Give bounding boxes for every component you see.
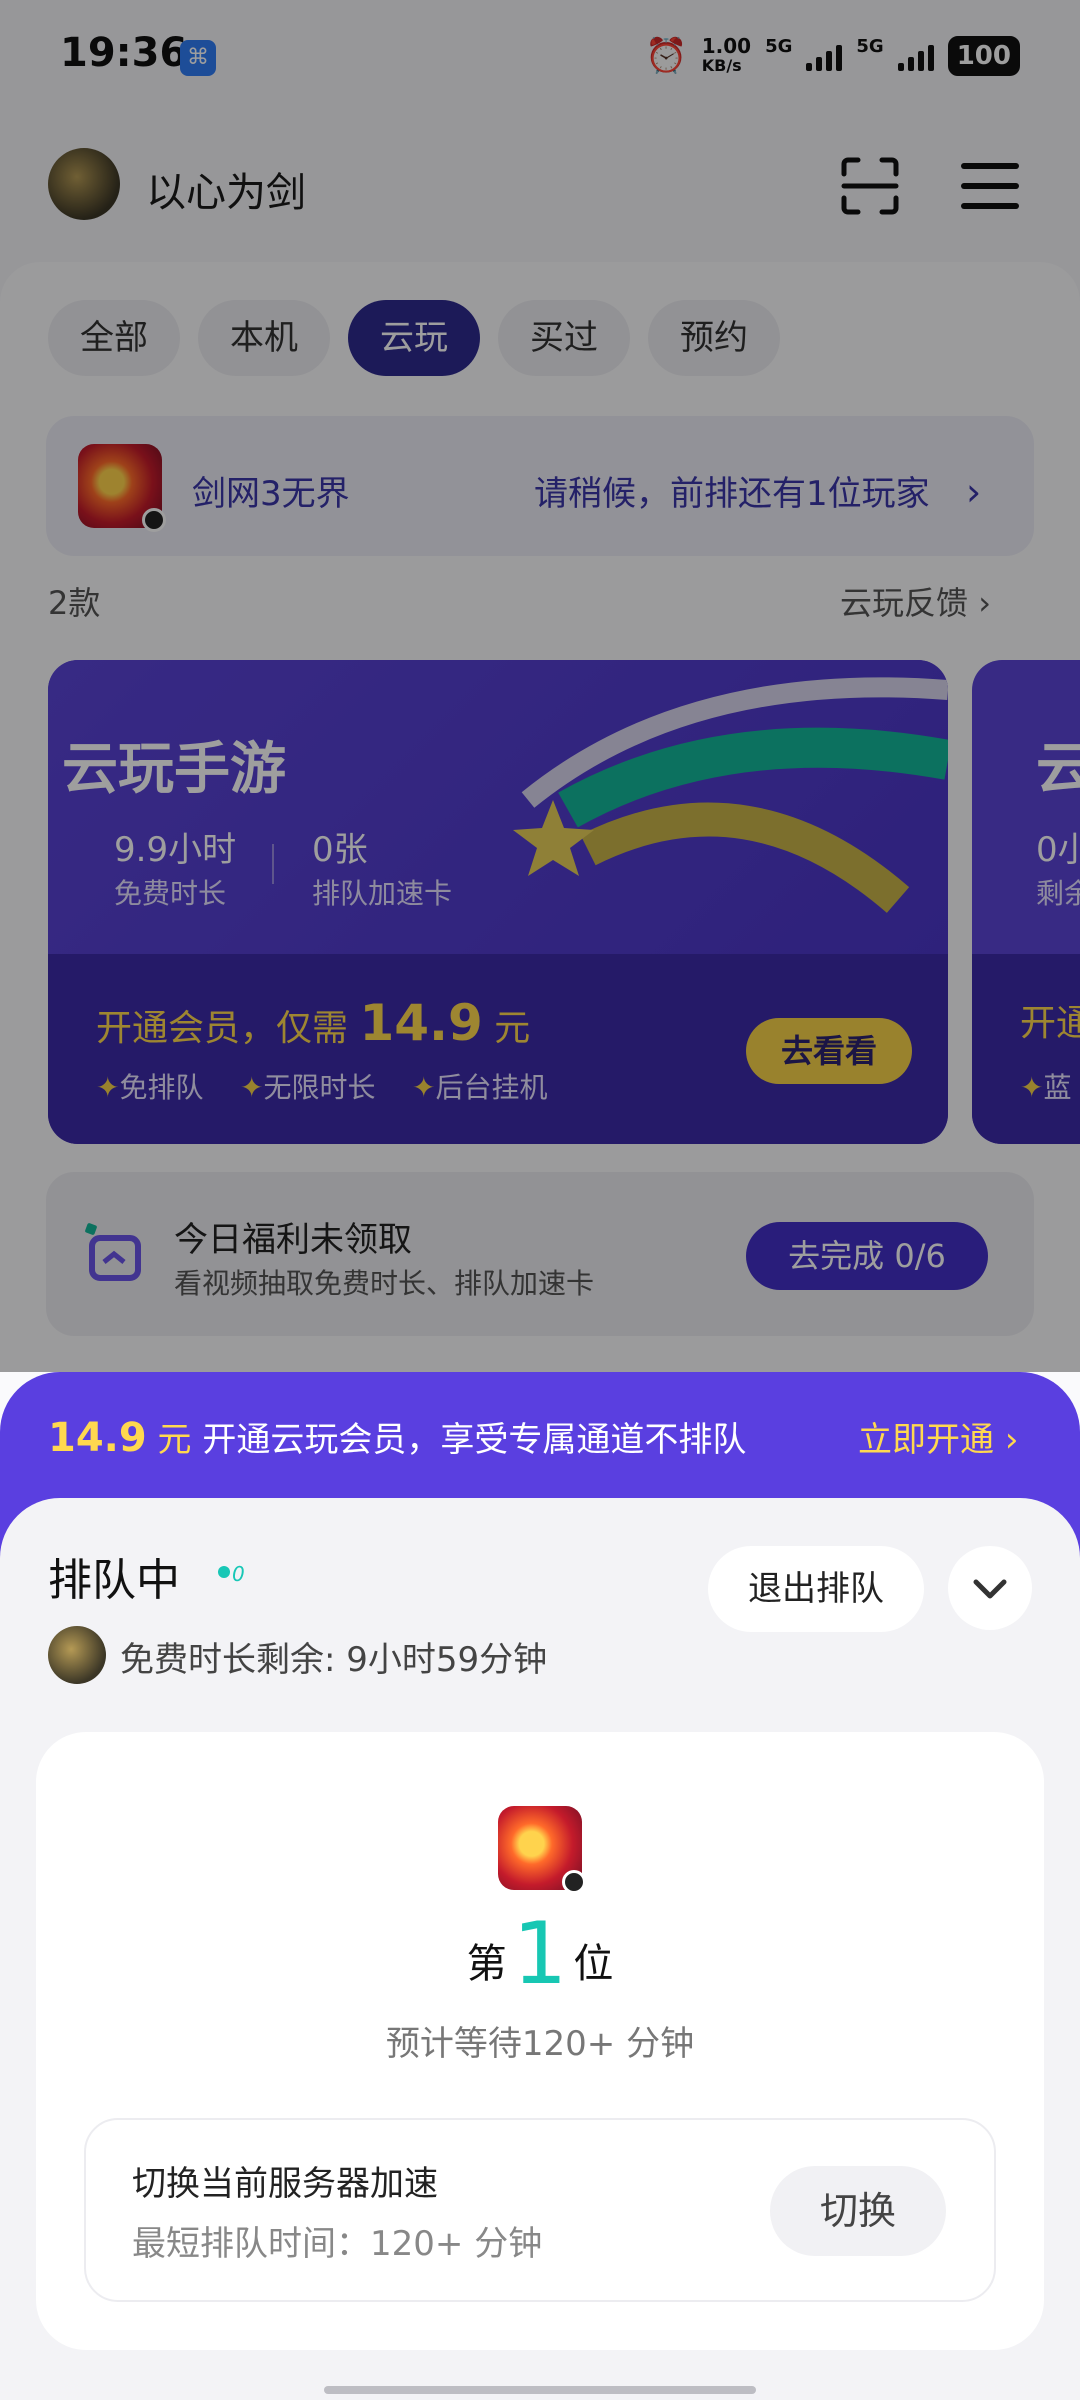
status-dot-count: 0 [232, 1562, 245, 1586]
chevron-down-icon [973, 1579, 1007, 1599]
status-dot [218, 1566, 230, 1578]
open-now-link[interactable]: 立即开通 › [858, 1412, 1018, 1461]
queue-title: 排队中 [48, 1555, 180, 1606]
dim-overlay[interactable] [0, 0, 1080, 1372]
rank-prefix: 第 [466, 1941, 507, 1987]
member-price: 14.9 [48, 1415, 147, 1461]
open-now-label: 立即开通 [858, 1420, 994, 1460]
avatar [48, 1626, 106, 1684]
switch-server-subtitle: 最短排队时间：120+ 分钟 [132, 2224, 543, 2264]
home-indicator[interactable] [324, 2386, 756, 2394]
cloud-badge-icon [562, 1870, 586, 1894]
exit-queue-button[interactable]: 退出排队 [708, 1546, 924, 1632]
free-time-remaining: 免费时长剩余: 9小时59分钟 [120, 1640, 548, 1680]
chevron-right-icon: › [1004, 1420, 1019, 1460]
switch-button[interactable]: 切换 [770, 2166, 946, 2256]
collapse-button[interactable] [948, 1546, 1032, 1630]
rank-number: 1 [512, 1904, 568, 2004]
member-promo-text: 14.9 元 开通云玩会员，享受专属通道不排队 [48, 1412, 746, 1461]
estimated-wait: 预计等待120+ 分钟 [385, 2024, 695, 2064]
queue-rank: 第1 位 [0, 1904, 1080, 2004]
game-icon [498, 1806, 586, 1894]
member-price-unit: 元 [157, 1420, 192, 1460]
switch-server-title: 切换当前服务器加速 [132, 2164, 438, 2204]
member-promo-desc: 开通云玩会员，享受专属通道不排队 [202, 1420, 747, 1460]
rank-suffix: 位 [573, 1941, 614, 1987]
